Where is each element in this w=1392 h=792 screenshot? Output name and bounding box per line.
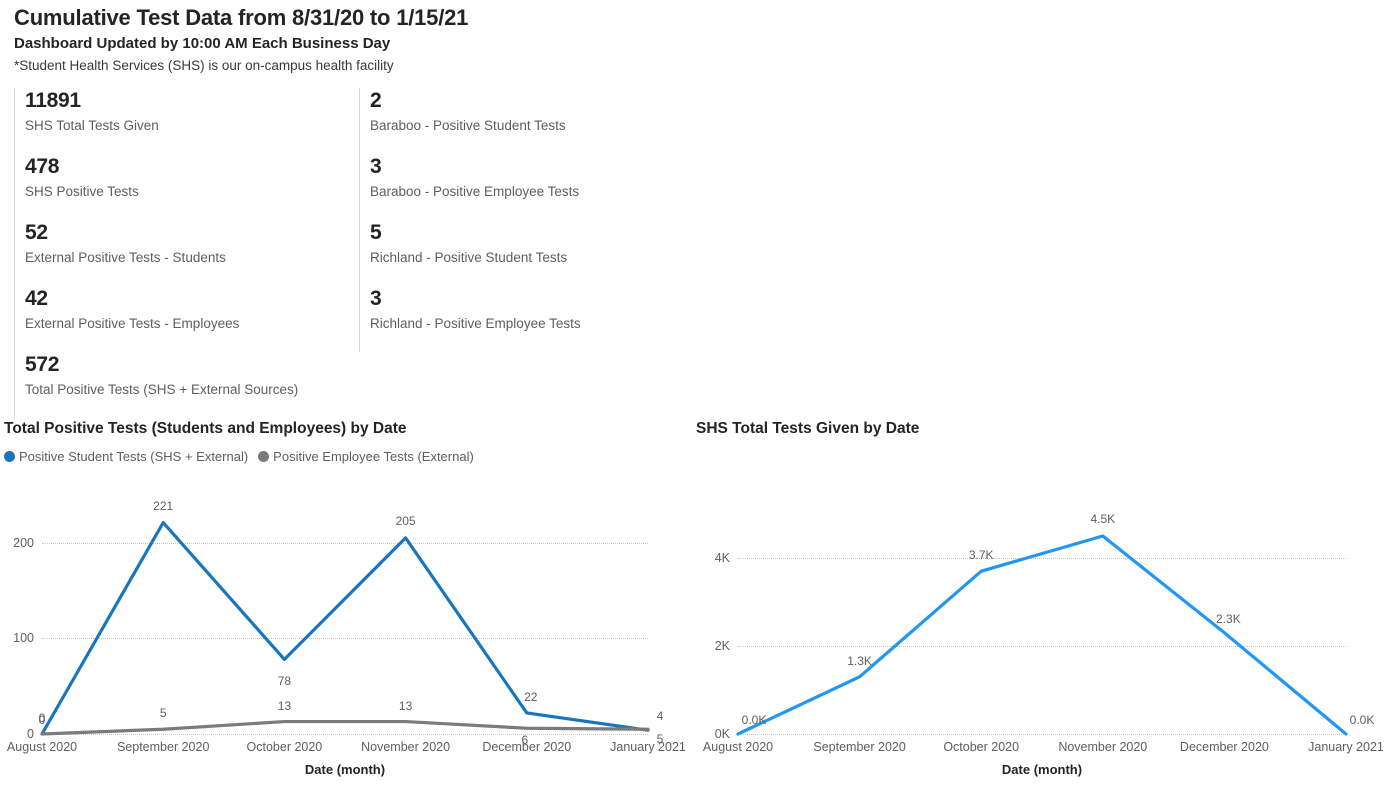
kpi-value: 2 xyxy=(370,89,382,112)
kpi-card-total-positive-tests[interactable]: 572 Total Positive Tests (SHS + External… xyxy=(14,352,359,418)
chart-data-label: 22 xyxy=(524,689,538,704)
legend-item-positive-student-tests[interactable]: Positive Student Tests (SHS + External) xyxy=(4,449,248,464)
kpi-label: SHS Total Tests Given xyxy=(25,118,159,133)
legend-swatch-icon xyxy=(4,450,15,462)
chart-line-series xyxy=(40,719,650,736)
chart-data-label: 0.0K xyxy=(1349,713,1375,727)
kpi-card-richland-positive-students[interactable]: 5 Richland - Positive Student Tests xyxy=(359,220,704,286)
kpi-label: External Positive Tests - Students xyxy=(25,250,226,265)
chart-series-layer xyxy=(736,534,1348,736)
chart-data-label: 5 xyxy=(159,706,167,721)
kpi-value: 3 xyxy=(370,155,382,178)
chart-data-label: 6 xyxy=(521,733,529,748)
kpi-card-shs-total-tests[interactable]: 11891 SHS Total Tests Given xyxy=(14,88,359,154)
chart-data-label: 4.5K xyxy=(1090,512,1116,526)
legend-label: Positive Employee Tests (External) xyxy=(273,448,474,464)
kpi-card-baraboo-positive-employees[interactable]: 3 Baraboo - Positive Employee Tests xyxy=(359,154,704,220)
kpi-value: 3 xyxy=(370,287,382,310)
chart-line-series xyxy=(736,534,1348,736)
chart-data-label: 0 xyxy=(38,711,46,725)
kpi-label: External Positive Tests - Employees xyxy=(25,316,240,331)
chart-plot-area: 0 100 200 August 2020 September 2020 October … xyxy=(0,478,692,792)
chart-total-positive-tests[interactable]: Total Positive Tests (Students and Emplo… xyxy=(0,418,692,792)
kpi-value: 572 xyxy=(25,353,60,376)
dashboard-header: Cumulative Test Data from 8/31/20 to 1/1… xyxy=(14,4,1114,76)
chart-title: Total Positive Tests (Students and Emplo… xyxy=(4,420,407,437)
chart-data-label: 0.0K xyxy=(741,713,767,727)
kpi-value: 11891 xyxy=(25,89,81,112)
chart-data-label: 2.3K xyxy=(1216,611,1241,626)
chart-title: SHS Total Tests Given by Date xyxy=(696,420,920,437)
chart-shs-total-tests-given[interactable]: SHS Total Tests Given by Date 0K 2K 4K Augu… xyxy=(692,418,1392,792)
chart-data-label: 221 xyxy=(153,498,174,513)
chart-data-label: 5 xyxy=(656,732,664,747)
legend-swatch-icon xyxy=(258,450,270,462)
kpi-label: SHS Positive Tests xyxy=(25,184,139,199)
kpi-card-shs-positive-tests[interactable]: 478 SHS Positive Tests xyxy=(14,154,359,220)
chart-data-label: 205 xyxy=(395,513,416,528)
page-subtitle: Dashboard Updated by 10:00 AM Each Busin… xyxy=(14,35,391,52)
chart-data-label: 1.3K xyxy=(847,653,872,668)
chart-data-label: 78 xyxy=(277,674,292,689)
kpi-label: Baraboo - Positive Student Tests xyxy=(370,118,566,133)
kpi-card-baraboo-positive-students[interactable]: 2 Baraboo - Positive Student Tests xyxy=(359,88,704,154)
chart-series-layer xyxy=(40,521,650,736)
kpi-value: 478 xyxy=(25,155,60,178)
kpi-label: Total Positive Tests (SHS + External Sou… xyxy=(25,382,299,397)
legend-label: Positive Student Tests (SHS + External) xyxy=(19,448,249,464)
kpi-value: 5 xyxy=(370,221,382,244)
kpi-value: 52 xyxy=(25,221,48,244)
kpi-card-external-positive-students[interactable]: 52 External Positive Tests - Students xyxy=(14,220,359,286)
chart-line-series xyxy=(40,521,650,736)
chart-data-label: 4 xyxy=(656,709,664,724)
kpi-label: Richland - Positive Student Tests xyxy=(370,250,568,265)
kpi-card-external-positive-employees[interactable]: 42 External Positive Tests - Employees xyxy=(14,286,359,352)
kpi-card-richland-positive-employees[interactable]: 3 Richland - Positive Employee Tests xyxy=(359,286,704,352)
page-footnote: *Student Health Services (SHS) is our on… xyxy=(14,58,394,73)
kpi-column-left: 11891 SHS Total Tests Given 478 SHS Posi… xyxy=(14,88,359,418)
kpi-column-right: 2 Baraboo - Positive Student Tests 3 Bar… xyxy=(359,88,704,352)
legend-item-positive-employee-tests[interactable]: Positive Employee Tests (External) xyxy=(258,449,474,464)
chart-legend: Positive Student Tests (SHS + External) … xyxy=(4,448,692,464)
chart-data-label: 13 xyxy=(277,698,292,713)
chart-plot-area: 0K 2K 4K August 2020 September 2020 October 2… xyxy=(692,478,1392,792)
kpi-value: 42 xyxy=(25,287,48,310)
kpi-label: Baraboo - Positive Employee Tests xyxy=(370,184,580,199)
page-title: Cumulative Test Data from 8/31/20 to 1/1… xyxy=(14,5,469,30)
chart-data-label: 13 xyxy=(398,698,413,713)
chart-data-label: 3.7K xyxy=(968,548,994,563)
kpi-label: Richland - Positive Employee Tests xyxy=(370,316,581,331)
